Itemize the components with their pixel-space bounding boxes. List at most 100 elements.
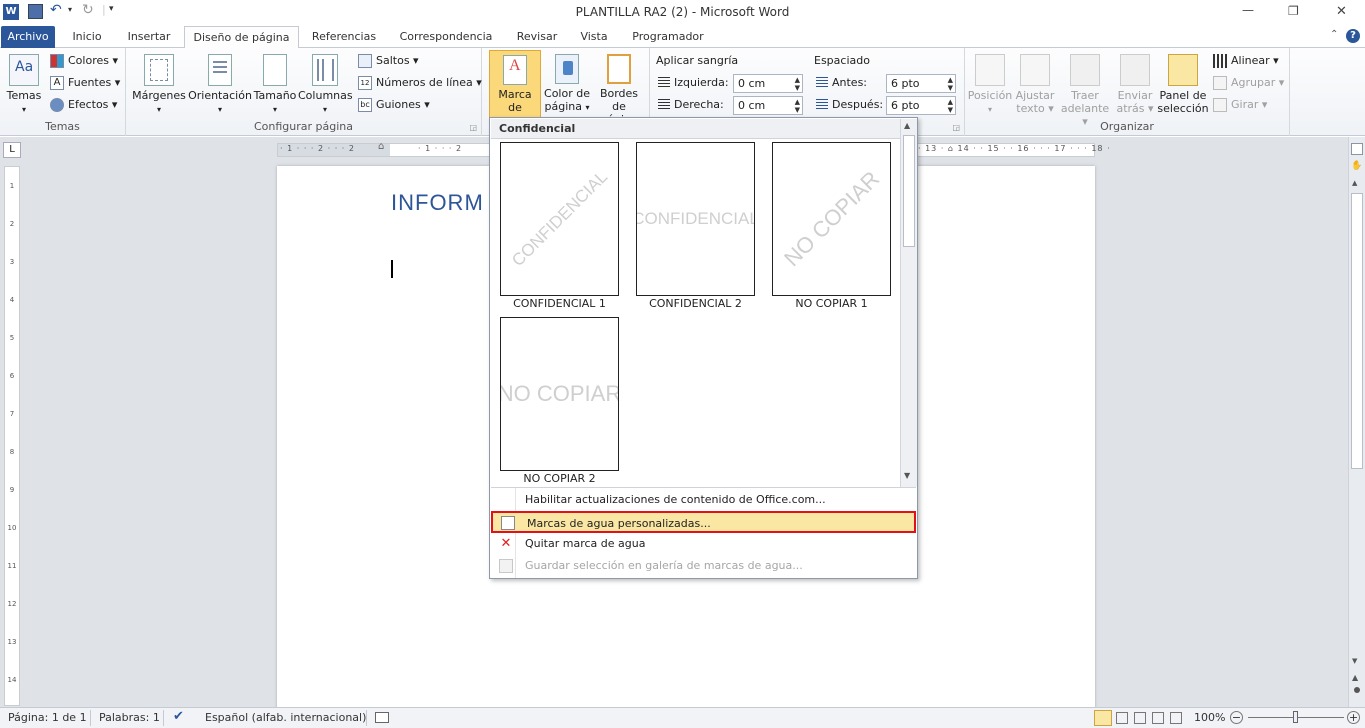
full-screen-view-icon[interactable] (1116, 712, 1128, 724)
temas-button[interactable]: Aa Temas ▾ (4, 54, 44, 116)
minimize-button[interactable]: — (1242, 3, 1254, 17)
vertical-ruler[interactable]: 1 2 3 4 5 6 7 8 9 10 11 12 13 14 (4, 166, 20, 706)
marca-agua-button[interactable]: A Marca deagua ▾ (489, 50, 541, 127)
undo-icon[interactable]: ↶ (50, 2, 62, 18)
tab-archivo[interactable]: Archivo (1, 26, 55, 48)
gallery-scroll-down-icon[interactable]: ▼ (904, 471, 910, 480)
guiones-button[interactable]: bc Guiones ▾ (358, 95, 430, 115)
alinear-button[interactable]: Alinear ▾ (1213, 51, 1279, 71)
previous-page-icon[interactable]: ▲ (1352, 673, 1358, 682)
draft-view-icon[interactable] (1170, 712, 1182, 724)
bordes-pagina-button[interactable]: Bordes depágina (592, 54, 646, 126)
girar-button[interactable]: Girar ▾ (1213, 95, 1267, 115)
margenes-button[interactable]: Márgenes ▾ (132, 54, 186, 116)
menu-item-habilitar-actualizaciones[interactable]: Habilitar actualizaciones de contenido d… (491, 489, 916, 511)
tab-correspondencia[interactable]: Correspondencia (390, 26, 502, 48)
spinner-arrows-icon[interactable]: ▲ ▼ (948, 76, 953, 92)
orientacion-button[interactable]: Orientación ▾ (188, 54, 252, 116)
menu-item-quitar-marca-agua[interactable]: ✕ Quitar marca de agua (491, 533, 916, 555)
status-pagina[interactable]: Página: 1 de 1 (8, 711, 87, 724)
indent-marker-icon[interactable]: ⌂ (378, 141, 384, 152)
menu-item-marcas-agua-personalizadas[interactable]: Marcas de agua personalizadas... (491, 511, 916, 533)
numeros-linea-button[interactable]: 12 Números de línea ▾ (358, 73, 482, 93)
spinner-arrows-icon[interactable]: ▲ ▼ (795, 76, 800, 92)
izquierda-input[interactable]: 0 cm ▲ ▼ (733, 74, 803, 93)
scroll-up-icon[interactable]: ▲ (1352, 179, 1357, 187)
group-label-organizar: Organizar (1100, 120, 1154, 133)
vertical-scrollbar[interactable]: ✋ ▲ ▼ ▲ (1348, 137, 1365, 707)
watermark-thumb-no-copiar-1[interactable]: NO COPIAR (772, 142, 891, 296)
tab-inicio[interactable]: Inicio (63, 26, 111, 48)
traer-adelante-button[interactable]: Traer adelante ▾ (1059, 54, 1111, 128)
panel-seleccion-button[interactable]: Panel de selección (1157, 54, 1209, 115)
tab-insertar[interactable]: Insertar (120, 26, 178, 48)
view-ruler-icon[interactable] (1351, 143, 1363, 155)
agrupar-button[interactable]: Agrupar ▾ (1213, 73, 1284, 93)
move-icon[interactable]: ✋ (1351, 161, 1363, 173)
status-palabras[interactable]: Palabras: 1 (99, 711, 160, 724)
print-layout-view-icon[interactable] (1094, 710, 1112, 726)
outline-view-icon[interactable] (1152, 712, 1164, 724)
enviar-atras-button[interactable]: Enviar atrás ▾ (1113, 54, 1157, 115)
tamano-label: Tamaño (253, 89, 297, 102)
status-idioma[interactable]: Español (alfab. internacional) (205, 711, 366, 724)
posicion-button[interactable]: Posición ▾ (967, 54, 1013, 116)
fuentes-button[interactable]: A Fuentes ▾ (50, 73, 120, 93)
zoom-in-icon[interactable]: + (1347, 711, 1360, 724)
zoom-slider-thumb[interactable] (1293, 711, 1298, 723)
zoom-level[interactable]: 100% (1194, 711, 1225, 724)
watermark-thumb-no-copiar-2[interactable]: NO COPIAR (500, 317, 619, 471)
redo-icon[interactable]: ↻ (82, 2, 94, 18)
gallery-scroll-thumb[interactable] (903, 135, 915, 247)
scroll-thumb[interactable] (1351, 193, 1363, 469)
gallery-scrollbar[interactable]: ▲ ▼ (900, 119, 917, 487)
browse-object-icon[interactable] (1354, 687, 1360, 693)
tab-referencias[interactable]: Referencias (305, 26, 383, 48)
tab-diseno-pagina[interactable]: Diseño de página (184, 26, 299, 49)
proofing-icon[interactable]: ✔ (173, 709, 184, 724)
efectos-button[interactable]: Efectos ▾ (50, 95, 117, 115)
line-numbers-icon: 12 (358, 76, 372, 90)
macro-record-icon[interactable] (375, 712, 389, 723)
despues-input[interactable]: 6 pto ▲ ▼ (886, 96, 956, 115)
scroll-down-icon[interactable]: ▼ (1352, 657, 1357, 665)
menu-item-guardar-seleccion[interactable]: Guardar selección en galería de marcas d… (491, 555, 916, 577)
columnas-button[interactable]: Columnas ▾ (298, 54, 353, 116)
breaks-icon (358, 54, 372, 68)
tab-vista[interactable]: Vista (573, 26, 615, 48)
watermark-thumb-confidencial-2[interactable]: CONFIDENCIAL (636, 142, 755, 296)
tab-programador[interactable]: Programador (625, 26, 711, 48)
watermark-thumb-confidencial-1[interactable]: CONFIDENCIAL (500, 142, 619, 296)
text-cursor (391, 260, 393, 278)
ajustar-texto-button[interactable]: Ajustar texto ▾ (1013, 54, 1057, 115)
tamano-button[interactable]: Tamaño ▾ (252, 54, 298, 116)
dialog-launcher-icon[interactable]: ◲ (469, 123, 477, 132)
antes-input[interactable]: 6 pto ▲ ▼ (886, 74, 956, 93)
antes-label: Antes: (816, 76, 867, 89)
close-button[interactable]: ✕ (1336, 4, 1347, 19)
undo-dropdown-icon[interactable]: ▾ (68, 5, 72, 14)
efectos-label: Efectos (68, 98, 109, 111)
tab-selector-icon[interactable]: L (3, 142, 21, 158)
columns-icon (312, 54, 338, 86)
collapse-ribbon-icon[interactable]: ⌃ (1330, 29, 1338, 40)
spinner-arrows-icon[interactable]: ▲ ▼ (795, 98, 800, 114)
web-layout-view-icon[interactable] (1134, 712, 1146, 724)
color-pagina-button[interactable]: Color de página ▾ (542, 54, 592, 114)
customize-toolbar-icon[interactable]: ▾ (109, 4, 114, 14)
word-logo-icon[interactable]: W (3, 4, 19, 20)
color-pagina-label-1: Color de (544, 87, 590, 100)
save-icon[interactable] (28, 4, 43, 19)
tab-revisar[interactable]: Revisar (508, 26, 566, 48)
colores-button[interactable]: Colores ▾ (50, 51, 118, 71)
zoom-out-icon[interactable]: − (1230, 711, 1243, 724)
derecha-input[interactable]: 0 cm ▲ ▼ (733, 96, 803, 115)
help-icon[interactable]: ? (1346, 29, 1360, 43)
panel-label-1: Panel de (1159, 89, 1207, 102)
document-heading[interactable]: INFORM (391, 190, 484, 216)
spinner-arrows-icon[interactable]: ▲ ▼ (948, 98, 953, 114)
dialog-launcher-icon[interactable]: ◲ (952, 123, 960, 132)
gallery-scroll-up-icon[interactable]: ▲ (904, 121, 910, 130)
saltos-button[interactable]: Saltos ▾ (358, 51, 419, 71)
restore-button[interactable]: ❐ (1288, 4, 1299, 18)
